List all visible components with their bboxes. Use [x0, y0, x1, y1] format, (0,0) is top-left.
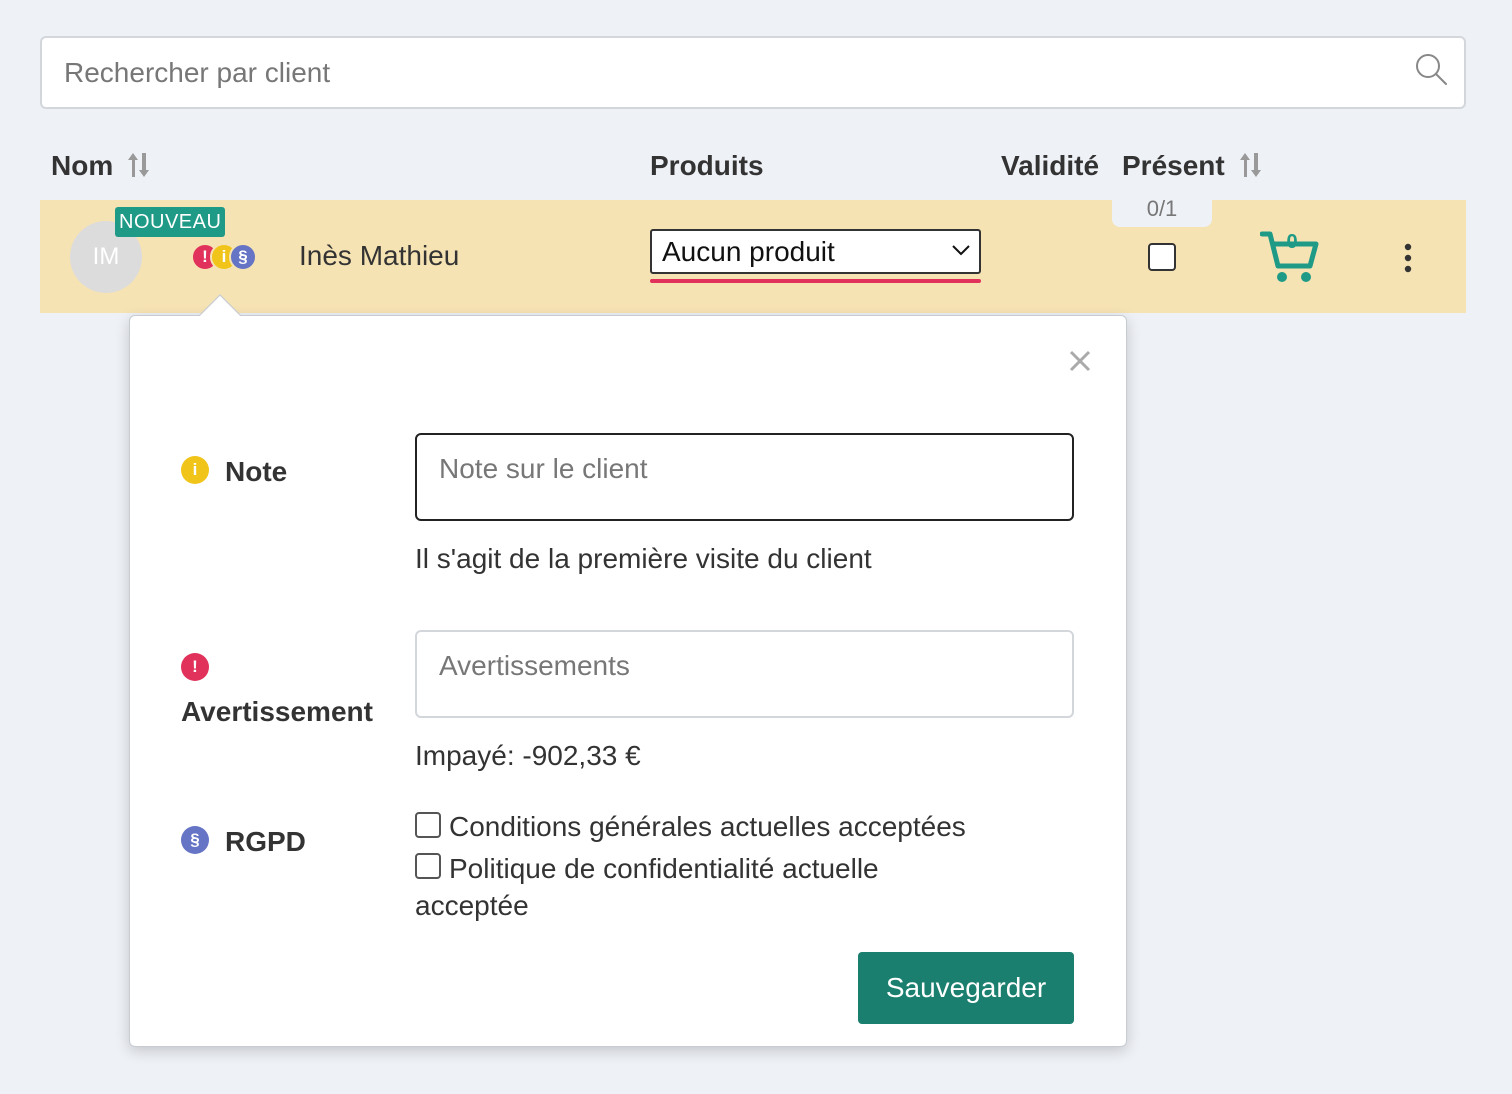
gdpr-icon: §	[181, 826, 209, 854]
sort-icon[interactable]	[1237, 151, 1265, 179]
save-button[interactable]: Sauvegarder	[858, 952, 1074, 1024]
column-header-name[interactable]: Nom	[51, 150, 153, 182]
column-header-name-label: Nom	[51, 150, 114, 181]
column-header-validity: Validité	[1001, 150, 1100, 181]
note-label: Note	[225, 456, 288, 487]
privacy-accepted-checkbox[interactable]	[415, 853, 441, 879]
product-select[interactable]: Aucun produit	[650, 229, 981, 274]
present-count-badge: 0/1	[1112, 191, 1212, 227]
cart-icon[interactable]: 0	[1260, 226, 1320, 284]
terms-accepted-label[interactable]: Conditions générales actuelles acceptées	[449, 808, 966, 846]
search-input[interactable]	[42, 38, 1464, 107]
gdpr-icon[interactable]: §	[229, 243, 257, 271]
note-field[interactable]	[415, 433, 1074, 521]
sort-icon[interactable]	[125, 151, 153, 179]
new-client-badge: NOUVEAU	[115, 207, 226, 237]
warnings-field[interactable]	[415, 630, 1074, 718]
search-icon[interactable]	[1414, 52, 1448, 86]
unpaid-amount: Impayé: -902,33 €	[415, 740, 641, 771]
warning-label: Avertissement	[181, 696, 373, 727]
gdpr-label: RGPD	[225, 826, 306, 857]
info-icon: i	[181, 456, 209, 484]
close-icon[interactable]	[1066, 347, 1094, 375]
column-header-present[interactable]: Présent	[1122, 150, 1265, 182]
privacy-accepted-label-continued[interactable]: acceptée	[415, 887, 529, 925]
cart-count: 0	[1286, 231, 1297, 253]
column-header-products: Produits	[650, 150, 764, 181]
warning-icon: !	[181, 653, 209, 681]
kebab-menu-icon[interactable]	[1398, 242, 1418, 274]
column-header-present-label: Présent	[1122, 150, 1225, 181]
popover-arrow	[198, 294, 242, 318]
chevron-down-icon	[952, 245, 970, 256]
product-select-value: Aucun produit	[662, 236, 835, 267]
first-visit-message: Il s'agit de la première visite du clien…	[415, 543, 872, 574]
client-name[interactable]: Inès Mathieu	[299, 240, 459, 272]
present-checkbox[interactable]	[1148, 243, 1176, 271]
product-required-indicator	[650, 279, 981, 283]
privacy-accepted-label[interactable]: Politique de confidentialité actuelle	[449, 850, 879, 888]
client-search[interactable]	[40, 36, 1466, 109]
terms-accepted-checkbox[interactable]	[415, 812, 441, 838]
